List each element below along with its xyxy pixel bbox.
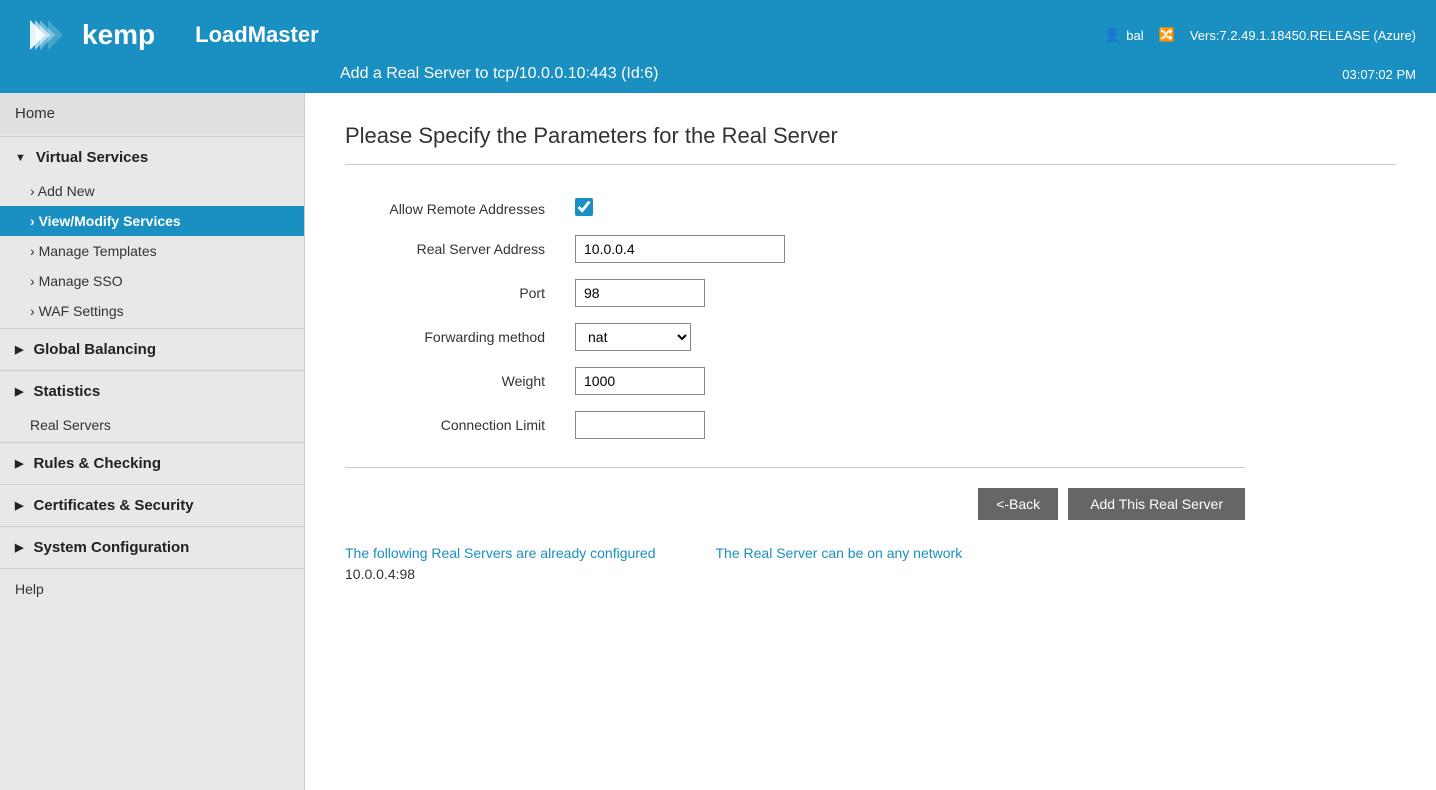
sidebar-section-rules-checking[interactable]: ▶ Rules & Checking [0, 445, 304, 482]
port-label: Port [345, 271, 565, 315]
sidebar-item-manage-sso[interactable]: › Manage SSO [0, 266, 304, 296]
arrow-icon: › [30, 273, 39, 289]
syscfg-arrow-icon: ▶ [15, 541, 23, 554]
configured-servers-label: The following Real Servers are already c… [345, 545, 656, 561]
port-row: Port 98 [345, 271, 1245, 315]
header-time: 03:07:02 PM [1342, 67, 1416, 82]
forwarding-method-row: Forwarding method nat route tunnel porto… [345, 315, 1245, 359]
connection-limit-row: Connection Limit [345, 403, 1245, 447]
form-bottom-divider [345, 467, 1245, 468]
virtual-services-label: Virtual Services [36, 149, 148, 166]
certs-arrow-icon: ▶ [15, 499, 23, 512]
real-server-address-input[interactable]: 10.0.0.4 [575, 235, 785, 263]
header: kemp LoadMaster 👤 bal 🔀 Vers:7.2.49.1.18… [0, 0, 1436, 93]
sidebar-section-certificates[interactable]: ▶ Certificates & Security [0, 487, 304, 524]
weight-row: Weight 1000 [345, 359, 1245, 403]
weight-label: Weight [345, 359, 565, 403]
vs-arrow-icon: ▼ [15, 152, 26, 164]
sidebar: Home ▼ Virtual Services › Add New › View… [0, 93, 305, 790]
add-real-server-button[interactable]: Add This Real Server [1068, 488, 1245, 520]
forwarding-method-select[interactable]: nat route tunnel portoverload [575, 323, 691, 351]
sidebar-section-statistics[interactable]: ▶ Statistics [0, 373, 304, 410]
sidebar-section-virtual-services[interactable]: ▼ Virtual Services [0, 139, 304, 176]
sidebar-section-global-balancing[interactable]: ▶ Global Balancing [0, 331, 304, 368]
logo-area: kemp [20, 10, 155, 60]
arrow-icon-active: › [30, 213, 39, 229]
main-content: Please Specify the Parameters for the Re… [305, 93, 1436, 790]
forwarding-method-label: Forwarding method [345, 315, 565, 359]
header-right: 👤 bal 🔀 Vers:7.2.49.1.18450.RELEASE (Azu… [1104, 27, 1416, 43]
network-info-col: The Real Server can be on any network [716, 545, 963, 582]
logo-text: kemp [82, 19, 155, 51]
page-heading: Please Specify the Parameters for the Re… [345, 123, 1396, 149]
kemp-logo-icon [20, 10, 70, 60]
arrow-icon: › [30, 243, 39, 259]
port-input[interactable]: 98 [575, 279, 705, 307]
network-info-label: The Real Server can be on any network [716, 545, 963, 561]
user-area: 👤 bal [1104, 27, 1144, 43]
statistics-label: Statistics [33, 383, 100, 400]
sidebar-section-system-config[interactable]: ▶ System Configuration [0, 529, 304, 566]
app-title: LoadMaster [155, 22, 1104, 48]
action-buttons: <-Back Add This Real Server [345, 488, 1245, 520]
version-info: Vers:7.2.49.1.18450.RELEASE (Azure) [1190, 28, 1416, 43]
certificates-label: Certificates & Security [33, 497, 193, 514]
connection-limit-label: Connection Limit [345, 403, 565, 447]
stats-arrow-icon: ▶ [15, 385, 23, 398]
info-section: The following Real Servers are already c… [345, 545, 1396, 582]
connection-limit-input[interactable] [575, 411, 705, 439]
sidebar-item-help[interactable]: Help [0, 571, 304, 607]
real-server-address-row: Real Server Address 10.0.0.4 [345, 227, 1245, 271]
allow-remote-row: Allow Remote Addresses [345, 190, 1245, 227]
sidebar-item-manage-templates[interactable]: › Manage Templates [0, 236, 304, 266]
arrow-icon: › [30, 183, 38, 199]
parameters-form: Allow Remote Addresses Real Server Addre… [345, 190, 1245, 447]
rules-checking-label: Rules & Checking [33, 455, 161, 472]
arrow-icon: › [30, 303, 39, 319]
page-subtitle: Add a Real Server to tcp/10.0.0.10:443 (… [340, 65, 658, 82]
global-balancing-label: Global Balancing [33, 341, 156, 358]
sidebar-item-home[interactable]: Home [0, 93, 304, 134]
configured-servers-col: The following Real Servers are already c… [345, 545, 656, 582]
allow-remote-checkbox[interactable] [575, 198, 593, 216]
weight-input[interactable]: 1000 [575, 367, 705, 395]
user-icon: 👤 [1104, 27, 1120, 43]
separator-icon: 🔀 [1159, 27, 1175, 43]
sidebar-item-real-servers[interactable]: Real Servers [0, 410, 304, 440]
rules-arrow-icon: ▶ [15, 457, 23, 470]
sidebar-item-add-new[interactable]: › Add New [0, 176, 304, 206]
heading-divider [345, 164, 1396, 165]
real-server-address-label: Real Server Address [345, 227, 565, 271]
allow-remote-label: Allow Remote Addresses [345, 190, 565, 227]
back-button[interactable]: <-Back [978, 488, 1058, 520]
username: bal [1126, 28, 1143, 43]
gb-arrow-icon: ▶ [15, 343, 23, 356]
sidebar-item-waf-settings[interactable]: › WAF Settings [0, 296, 304, 326]
configured-servers-value: 10.0.0.4:98 [345, 566, 656, 582]
system-config-label: System Configuration [33, 539, 189, 556]
sidebar-item-view-modify[interactable]: › View/Modify Services [0, 206, 304, 236]
